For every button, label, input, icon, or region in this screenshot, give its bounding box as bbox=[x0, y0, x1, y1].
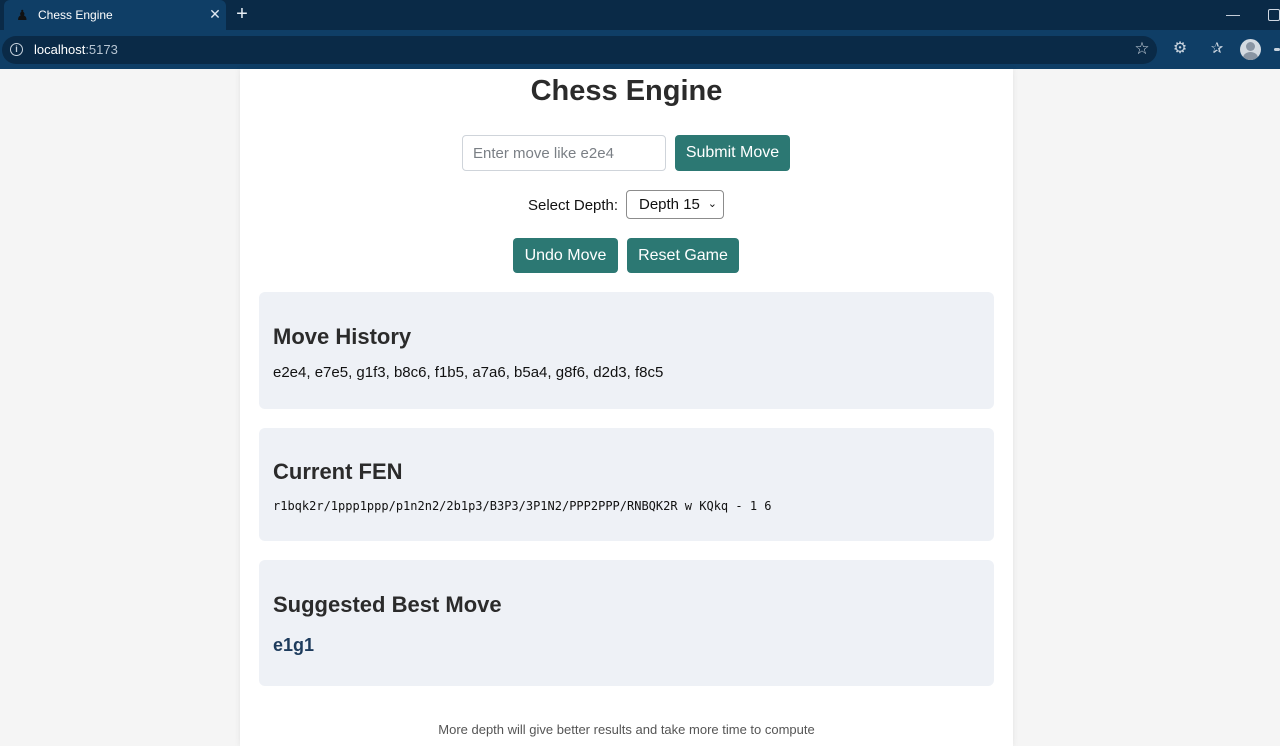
url-text[interactable]: localhost:5173 bbox=[34, 42, 118, 57]
favorites-icon[interactable]: ✰ bbox=[1208, 40, 1226, 58]
move-history-heading: Move History bbox=[273, 324, 412, 349]
depth-selected-value: Depth 15 bbox=[639, 196, 700, 213]
maximize-icon[interactable] bbox=[1268, 9, 1280, 21]
tab-title: Chess Engine bbox=[38, 8, 113, 22]
best-move-panel: Suggested Best Move e1g1 bbox=[259, 560, 994, 686]
bookmark-star-icon[interactable]: ☆ bbox=[1133, 40, 1151, 58]
move-history-panel: Move History e2e4, e7e5, g1f3, b8c6, f1b… bbox=[259, 292, 994, 409]
current-fen-panel: Current FEN r1bqk2r/1ppp1ppp/p1n2n2/2b1p… bbox=[259, 428, 994, 541]
depth-footnote: More depth will give better results and … bbox=[438, 722, 815, 737]
browser-tab-bar: ♟ Chess Engine ✕ + — bbox=[0, 0, 1280, 30]
site-info-icon[interactable]: i bbox=[10, 43, 23, 56]
chevron-down-icon: ⌄ bbox=[707, 198, 717, 210]
page-viewport: Chess Engine Submit Move Select Depth: D… bbox=[0, 69, 1280, 746]
url-port: :5173 bbox=[85, 42, 118, 57]
move-history-list: e2e4, e7e5, g1f3, b8c6, f1b5, a7a6, b5a4… bbox=[273, 364, 664, 381]
reset-game-button[interactable]: Reset Game bbox=[627, 238, 739, 273]
best-move-value: e1g1 bbox=[273, 635, 315, 655]
browser-tab[interactable]: ♟ Chess Engine ✕ bbox=[4, 0, 226, 30]
chess-pawn-icon: ♟ bbox=[16, 7, 29, 23]
app-card: Chess Engine Submit Move Select Depth: D… bbox=[240, 69, 1013, 746]
extensions-icon[interactable]: ⚙ bbox=[1171, 40, 1189, 58]
profile-avatar[interactable] bbox=[1240, 39, 1261, 60]
current-fen-heading: Current FEN bbox=[273, 459, 403, 484]
depth-label: Select Depth: bbox=[528, 197, 619, 214]
url-host: localhost bbox=[34, 42, 86, 57]
best-move-heading: Suggested Best Move bbox=[273, 592, 502, 617]
more-menu-icon[interactable] bbox=[1274, 48, 1280, 51]
fen-string: r1bqk2r/1ppp1ppp/p1n2n2/2b1p3/B3P3/3P1N2… bbox=[273, 499, 772, 513]
address-bar[interactable]: i localhost:5173 ☆ bbox=[2, 36, 1157, 64]
move-input[interactable] bbox=[462, 135, 666, 171]
page-title: Chess Engine bbox=[530, 75, 723, 107]
new-tab-icon[interactable]: + bbox=[231, 3, 253, 25]
minimize-icon[interactable]: — bbox=[1226, 6, 1240, 22]
undo-move-button[interactable]: Undo Move bbox=[513, 238, 618, 273]
depth-select[interactable]: Depth 15 ⌄ bbox=[626, 190, 724, 219]
close-tab-icon[interactable]: ✕ bbox=[207, 6, 223, 22]
submit-move-button[interactable]: Submit Move bbox=[675, 135, 790, 171]
